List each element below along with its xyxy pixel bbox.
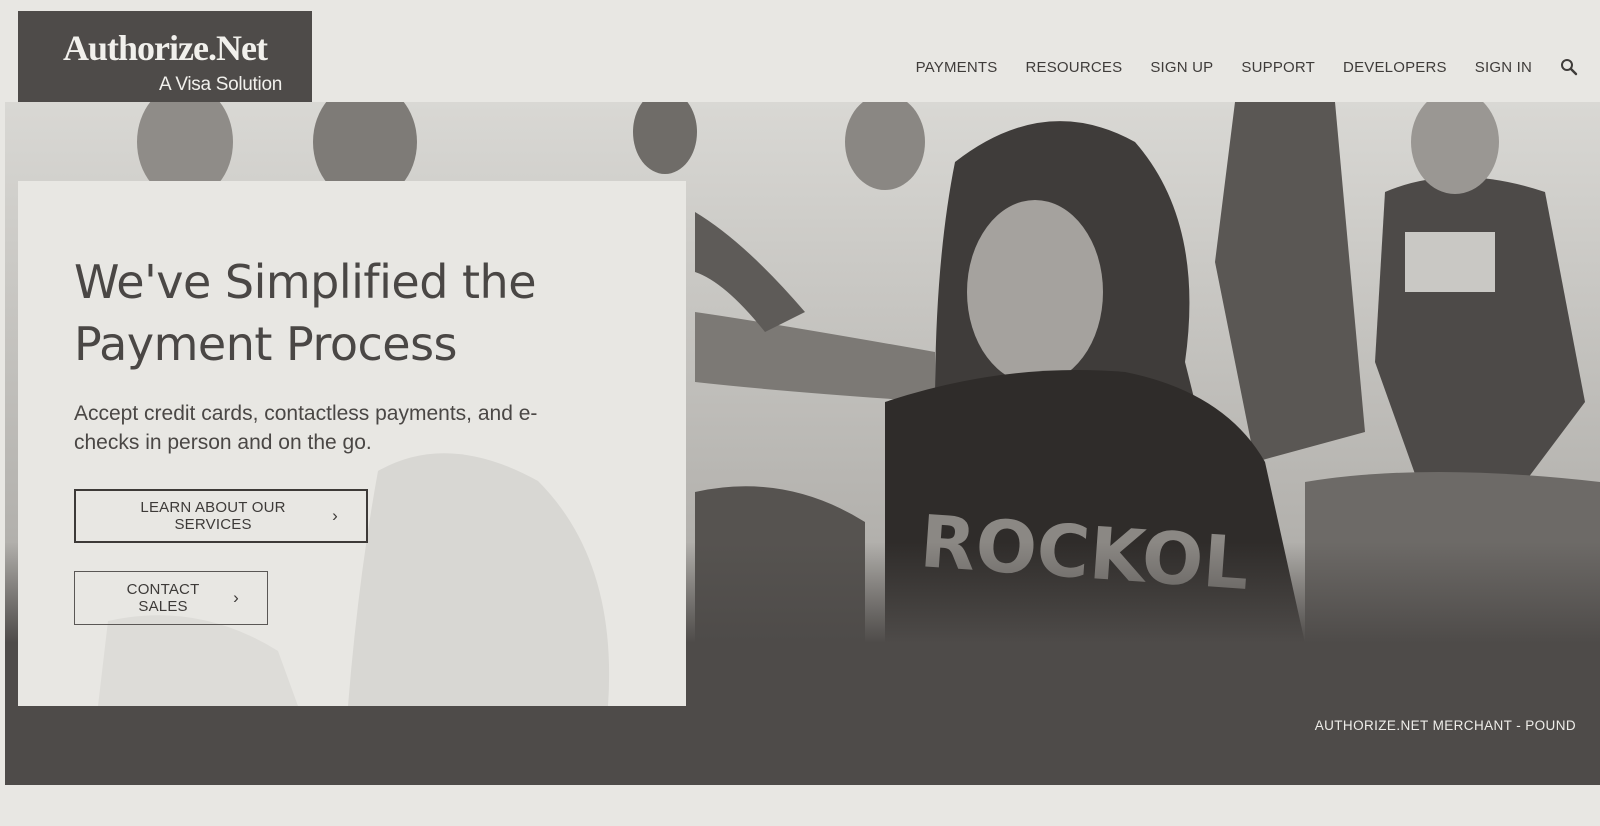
contact-sales-label: CONTACT SALES	[126, 581, 200, 615]
nav-developers[interactable]: DEVELOPERS	[1343, 59, 1447, 76]
chevron-right-icon: ›	[233, 588, 239, 607]
nav-sign-in[interactable]: SIGN IN	[1475, 59, 1532, 76]
logo-tagline: A Visa Solution	[159, 74, 282, 95]
nav-resources[interactable]: RESOURCES	[1025, 59, 1122, 76]
chevron-right-icon: ›	[332, 506, 338, 525]
hero-card: We've Simplified the Payment Process Acc…	[18, 181, 686, 706]
contact-sales-button[interactable]: CONTACT SALES ›	[74, 571, 268, 625]
merchant-caption: AUTHORIZE.NET MERCHANT - POUND	[1314, 718, 1576, 733]
nav-payments[interactable]: PAYMENTS	[916, 59, 998, 76]
nav-support[interactable]: SUPPORT	[1241, 59, 1315, 76]
learn-about-services-label: LEARN ABOUT OUR SERVICES	[140, 499, 286, 533]
hero-title: We've Simplified the Payment Process	[74, 255, 537, 371]
search-icon[interactable]	[1560, 58, 1578, 76]
hero-subtitle: Accept credit cards, contactless payment…	[74, 402, 538, 454]
learn-about-services-button[interactable]: LEARN ABOUT OUR SERVICES ›	[74, 489, 368, 543]
nav-sign-up[interactable]: SIGN UP	[1150, 59, 1213, 76]
page: Authorize.Net A Visa Solution PAYMENTS R…	[0, 0, 1600, 826]
main-nav: PAYMENTS RESOURCES SIGN UP SUPPORT DEVEL…	[888, 58, 1578, 76]
logo-brand: Authorize.Net	[63, 28, 268, 68]
